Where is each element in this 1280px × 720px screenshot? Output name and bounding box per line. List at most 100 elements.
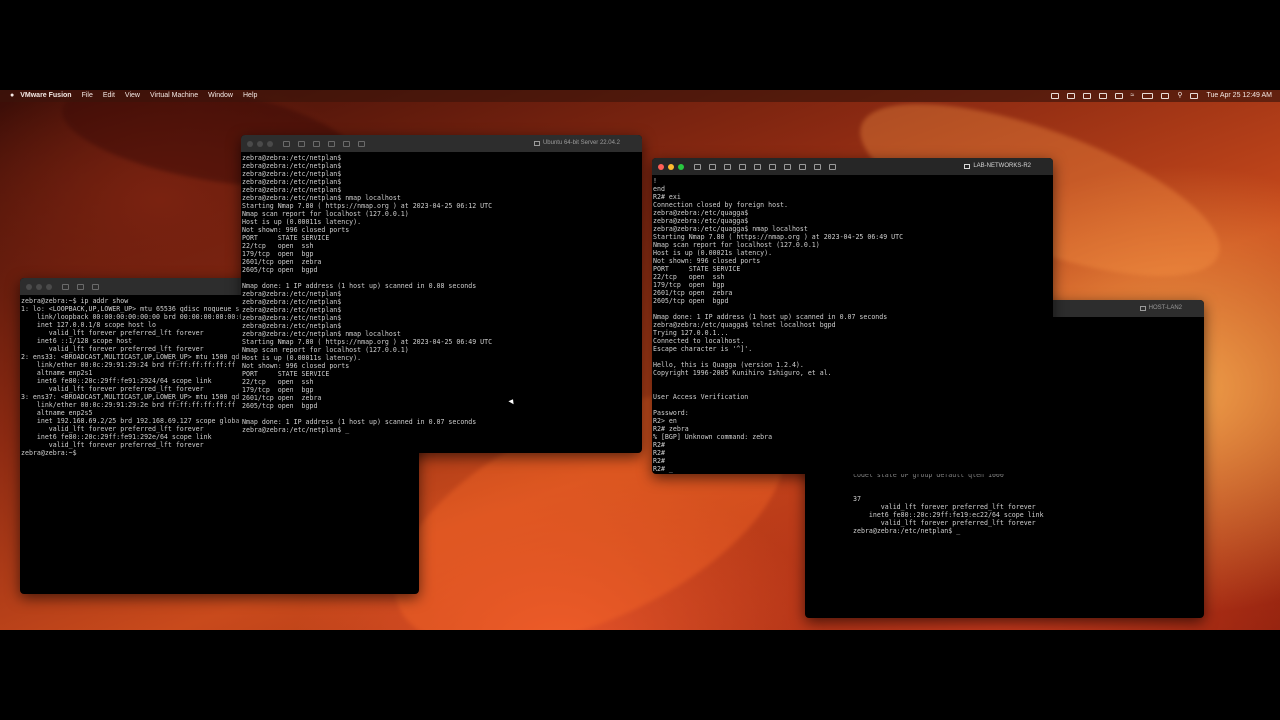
menu-file[interactable]: File xyxy=(82,90,93,102)
camera-icon[interactable] xyxy=(799,163,806,170)
menu-app-name[interactable]: VMware Fusion xyxy=(20,90,71,102)
terminal-line: 22/tcp open ssh xyxy=(242,378,314,386)
clock-icon[interactable] xyxy=(1114,93,1123,99)
terminal-line: zebra@zebra:/etc/netplan$ xyxy=(242,170,342,178)
vm-icon xyxy=(1139,306,1146,311)
sidebar-icon[interactable] xyxy=(694,163,701,170)
sidebar-icon[interactable] xyxy=(283,140,290,147)
play-icon[interactable] xyxy=(1098,93,1107,99)
sound-icon[interactable] xyxy=(784,163,791,170)
terminal-line: zebra@zebra:/etc/quagga$ xyxy=(653,217,749,225)
terminal-line: User Access Verification xyxy=(653,393,749,401)
minimize-button[interactable] xyxy=(668,163,674,170)
vm-icon xyxy=(533,141,540,146)
terminal-line: zebra@zebra:/etc/netplan$ xyxy=(242,290,342,298)
terminal-line: 179/tcp open bgp xyxy=(242,250,314,258)
terminal-output[interactable]: ! end R2# exi Connection closed by foreign … xyxy=(652,175,1053,474)
terminal-window-ubuntu-server[interactable]: Ubuntu 64-bit Server 22.04.2 zebra@zebra… xyxy=(241,135,642,453)
terminal-line: R2# xyxy=(653,449,665,457)
minimize-button[interactable] xyxy=(257,140,263,147)
tools-icon[interactable] xyxy=(724,163,731,170)
window-titlebar[interactable]: Ubuntu 64-bit Server 22.04.2 xyxy=(241,135,642,152)
terminal-line: zebra@zebra:/etc/netplan$ _ xyxy=(853,527,961,535)
terminal-line: Not shown: 996 closed ports xyxy=(653,257,761,265)
printer-icon[interactable] xyxy=(769,163,776,170)
terminal-line: 2601/tcp open zebra xyxy=(242,394,322,402)
terminal-line: zebra@zebra:/etc/netplan$ xyxy=(242,162,342,170)
forward-icon[interactable] xyxy=(358,140,365,147)
terminal-line: Not shown: 996 closed ports xyxy=(242,362,350,370)
terminal-line: PORT STATE SERVICE xyxy=(242,370,330,378)
siri-icon[interactable] xyxy=(1190,93,1199,99)
terminal-output[interactable]: zebra@zebra:/etc/netplan$ zebra@zebra:/et… xyxy=(241,152,642,436)
terminal-line: Trying 127.0.0.1... xyxy=(653,329,729,337)
settings-icon[interactable] xyxy=(313,140,320,147)
menu-edit[interactable]: Edit xyxy=(103,90,115,102)
terminal-line: Copyright 1996-2005 Kunihiro Ishiguro, e… xyxy=(653,369,832,377)
clock-text[interactable]: Tue Apr 25 12:49 AM xyxy=(1206,90,1272,102)
zoom-button[interactable] xyxy=(46,283,52,290)
back-icon[interactable] xyxy=(343,140,350,147)
terminal-line: Nmap scan report for localhost (127.0.0.… xyxy=(653,241,820,249)
text-input-icon[interactable] xyxy=(1066,93,1075,99)
terminal-line: zebra@zebra:/etc/netplan$ xyxy=(242,298,342,306)
wifi-icon[interactable]: ≈ xyxy=(1131,90,1135,102)
terminal-line: 179/tcp open bgp xyxy=(653,281,725,289)
window-titlebar[interactable]: LAB-NETWORKS-R2 xyxy=(652,158,1053,175)
minimize-button[interactable] xyxy=(36,283,42,290)
forward-icon[interactable] xyxy=(754,163,761,170)
close-button[interactable] xyxy=(26,283,32,290)
settings-icon[interactable] xyxy=(92,283,99,290)
terminal-line: R2# zebra xyxy=(653,425,689,433)
snapshot-icon[interactable] xyxy=(298,140,305,147)
terminal-line: 2605/tcp open bgpd xyxy=(653,297,729,305)
terminal-line: Not shown: 996 closed ports xyxy=(242,226,350,234)
menu-virtual-machine[interactable]: Virtual Machine xyxy=(150,90,198,102)
terminal-line: Nmap scan report for localhost (127.0.0.… xyxy=(242,346,409,354)
display-icon[interactable] xyxy=(1082,93,1091,99)
terminal-line: zebra@zebra:/etc/quagga$ telnet localhos… xyxy=(653,321,836,329)
zoom-button[interactable] xyxy=(678,163,684,170)
close-button[interactable] xyxy=(658,163,664,170)
close-button[interactable] xyxy=(247,140,253,147)
terminal-line: valid_lft forever preferred_lft forever xyxy=(853,519,1036,527)
terminal-line: Starting Nmap 7.80 ( https://nmap.org ) … xyxy=(653,233,904,241)
zoom-button[interactable] xyxy=(267,140,273,147)
vmware-status-icon[interactable] xyxy=(1050,93,1059,99)
menu-help[interactable]: Help xyxy=(243,90,257,102)
terminal-window-lab-networks-r2[interactable]: LAB-NETWORKS-R2 ! end R2# exi Connection cl… xyxy=(652,158,1053,474)
terminal-line: Host is up (0.00011s latency). xyxy=(242,354,362,362)
terminal-line: 2605/tcp open bgpd xyxy=(242,402,318,410)
menu-window[interactable]: Window xyxy=(208,90,233,102)
apple-icon[interactable]: ● xyxy=(10,90,14,102)
window-title: Ubuntu 64-bit Server 22.04.2 xyxy=(533,135,620,152)
back-icon[interactable] xyxy=(739,163,746,170)
snapshot-icon[interactable] xyxy=(77,283,84,290)
menu-view[interactable]: View xyxy=(125,90,140,102)
sidebar-icon[interactable] xyxy=(62,283,69,290)
terminal-line: R2# xyxy=(653,457,665,465)
search-icon[interactable]: ⚲ xyxy=(1177,90,1182,102)
more-icon[interactable] xyxy=(829,163,836,170)
terminal-line: Starting Nmap 7.80 ( https://nmap.org ) … xyxy=(242,202,493,210)
terminal-line: zebra@zebra:/etc/netplan$ xyxy=(242,314,342,322)
terminal-line: 2605/tcp open bgpd xyxy=(242,266,318,274)
terminal-line: zebra@zebra:/etc/netplan$ _ xyxy=(242,426,350,434)
snapshot-icon[interactable] xyxy=(709,163,716,170)
terminal-line: zebra@zebra:/etc/netplan$ nmap localhost xyxy=(242,194,401,202)
terminal-line: Password: xyxy=(653,409,689,417)
tools-icon[interactable] xyxy=(328,140,335,147)
terminal-line: 2601/tcp open zebra xyxy=(242,258,322,266)
phone-icon[interactable] xyxy=(814,163,821,170)
terminal-line: Hello, this is Quagga (version 1.2.4). xyxy=(653,361,804,369)
terminal-line: zebra@zebra:/etc/netplan$ xyxy=(242,178,342,186)
terminal-line: 179/tcp open bgp xyxy=(242,386,314,394)
control-center-icon[interactable] xyxy=(1161,93,1170,99)
terminal-line: Connected to localhost. xyxy=(653,337,745,345)
battery-icon[interactable] xyxy=(1142,93,1154,99)
terminal-line: Nmap done: 1 IP address (1 host up) scan… xyxy=(242,282,477,290)
